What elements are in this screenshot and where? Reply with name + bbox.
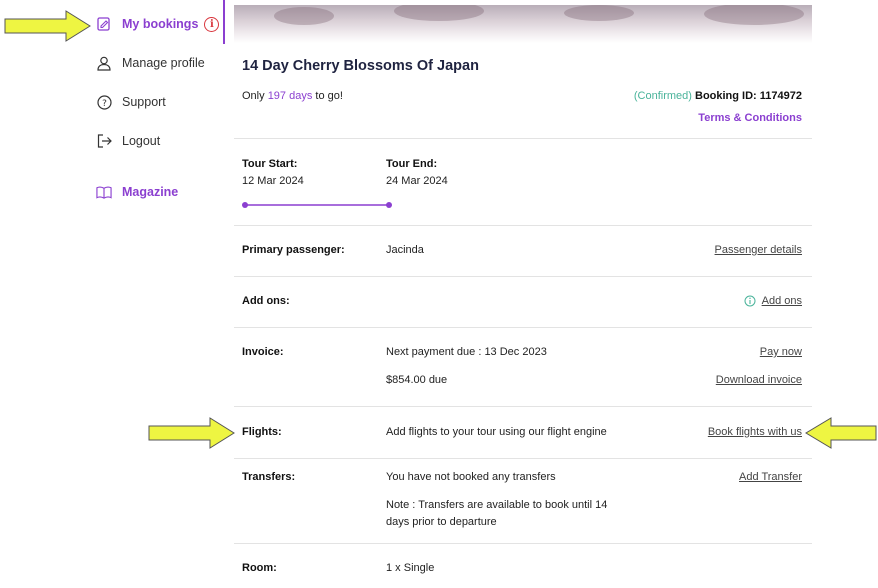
sidebar-item-support[interactable]: ? Support — [96, 94, 166, 110]
room-label: Room: — [242, 562, 277, 574]
countdown-text: Only 197 days to go! — [242, 90, 343, 102]
transfers-note-line1: Note : Transfers are available to book u… — [386, 499, 608, 511]
active-indicator — [223, 0, 225, 44]
divider — [234, 458, 812, 459]
svg-text:?: ? — [102, 99, 107, 109]
info-icon: i — [204, 16, 220, 32]
book-open-icon — [96, 184, 112, 200]
sidebar-item-label: My bookings — [122, 17, 199, 31]
pay-now-link[interactable]: Pay now — [760, 346, 802, 358]
tour-start-label: Tour Start: — [242, 158, 298, 170]
tour-end-value: 24 Mar 2024 — [386, 175, 448, 187]
divider — [234, 276, 812, 277]
transfers-note-line2: days prior to departure — [386, 516, 497, 528]
transfers-value: You have not booked any transfers — [386, 471, 556, 483]
status-badge: (Confirmed) — [633, 90, 692, 102]
sidebar-item-manage-profile[interactable]: Manage profile — [96, 55, 205, 71]
info-icon — [744, 295, 756, 307]
booking-status-line: (Confirmed) Booking ID: 1174972 — [634, 90, 802, 102]
tour-hero-image — [234, 5, 812, 43]
divider — [234, 406, 812, 407]
tour-timeline — [242, 202, 392, 208]
passenger-details-link[interactable]: Passenger details — [715, 244, 802, 256]
room-value: 1 x Single — [386, 562, 435, 574]
sidebar-item-label: Support — [122, 95, 166, 109]
invoice-label: Invoice: — [242, 346, 284, 358]
add-ons-link[interactable]: Add ons — [744, 295, 802, 307]
primary-passenger-value: Jacinda — [386, 244, 424, 256]
sidebar-item-label: Magazine — [122, 185, 179, 199]
booking-id: Booking ID: 1174972 — [695, 90, 802, 102]
amount-due: $854.00 due — [386, 374, 448, 386]
user-icon — [96, 55, 112, 71]
flights-label: Flights: — [242, 426, 282, 438]
tour-end-label: Tour End: — [386, 158, 438, 170]
divider — [234, 225, 812, 226]
sidebar-item-magazine[interactable]: Magazine — [96, 184, 178, 200]
add-transfer-link[interactable]: Add Transfer — [739, 471, 802, 483]
add-ons-label: Add ons: — [242, 295, 290, 307]
flights-value: Add flights to your tour using our fligh… — [386, 426, 607, 438]
countdown-days: 197 days — [267, 90, 313, 102]
sidebar-item-logout[interactable]: Logout — [96, 133, 160, 149]
divider — [234, 138, 812, 139]
sidebar-item-label: Manage profile — [122, 56, 205, 70]
sidebar-item-my-bookings[interactable]: My bookings i — [96, 16, 220, 32]
divider — [234, 327, 812, 328]
download-invoice-link[interactable]: Download invoice — [716, 374, 802, 386]
tour-start-value: 12 Mar 2024 — [242, 175, 304, 187]
edit-document-icon — [96, 16, 112, 32]
next-payment-due: Next payment due : 13 Dec 2023 — [386, 346, 547, 358]
book-flights-link[interactable]: Book flights with us — [708, 426, 802, 438]
sidebar: My bookings i Manage profile ? Support L… — [0, 0, 226, 588]
help-circle-icon: ? — [96, 94, 112, 110]
logout-icon — [96, 133, 112, 149]
pointer-arrow-icon — [4, 10, 91, 42]
pointer-arrow-icon — [148, 417, 235, 449]
primary-passenger-label: Primary passenger: — [242, 244, 345, 256]
sidebar-item-label: Logout — [122, 134, 161, 148]
tour-title: 14 Day Cherry Blossoms Of Japan — [242, 58, 479, 74]
divider — [234, 543, 812, 544]
transfers-label: Transfers: — [242, 471, 296, 483]
terms-conditions-link[interactable]: Terms & Conditions — [698, 112, 802, 124]
pointer-arrow-icon — [805, 417, 877, 449]
